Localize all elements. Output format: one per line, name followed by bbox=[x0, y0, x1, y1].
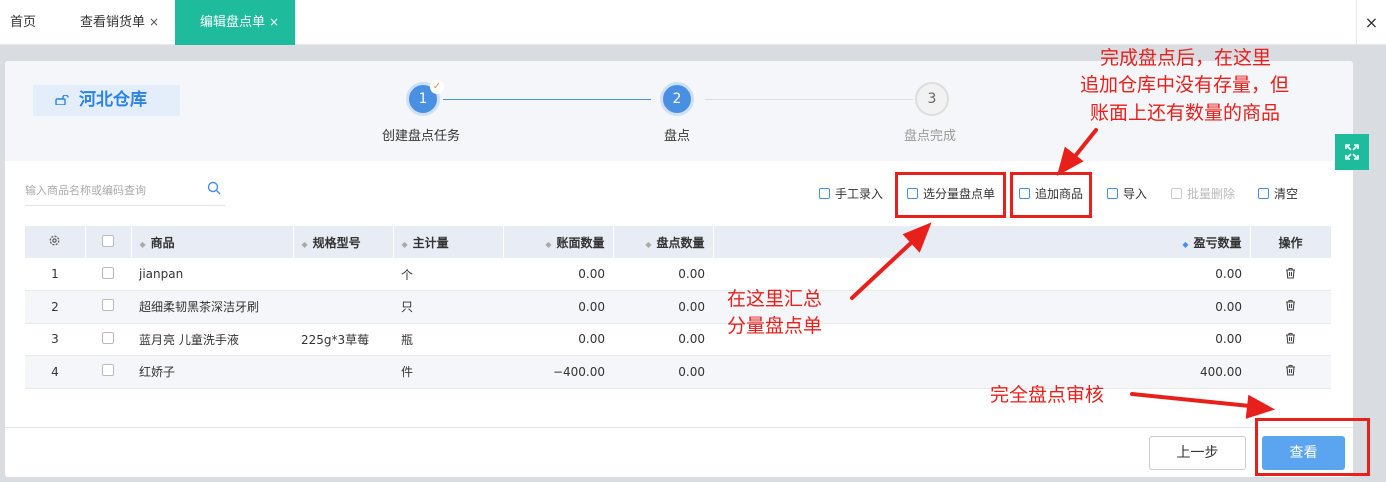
arrow-head bbox=[1245, 394, 1276, 419]
annotation-arrows bbox=[850, 128, 1276, 419]
arrow-to-select-sub-sheets bbox=[850, 240, 914, 300]
arrow-to-view-button bbox=[1130, 392, 1252, 408]
